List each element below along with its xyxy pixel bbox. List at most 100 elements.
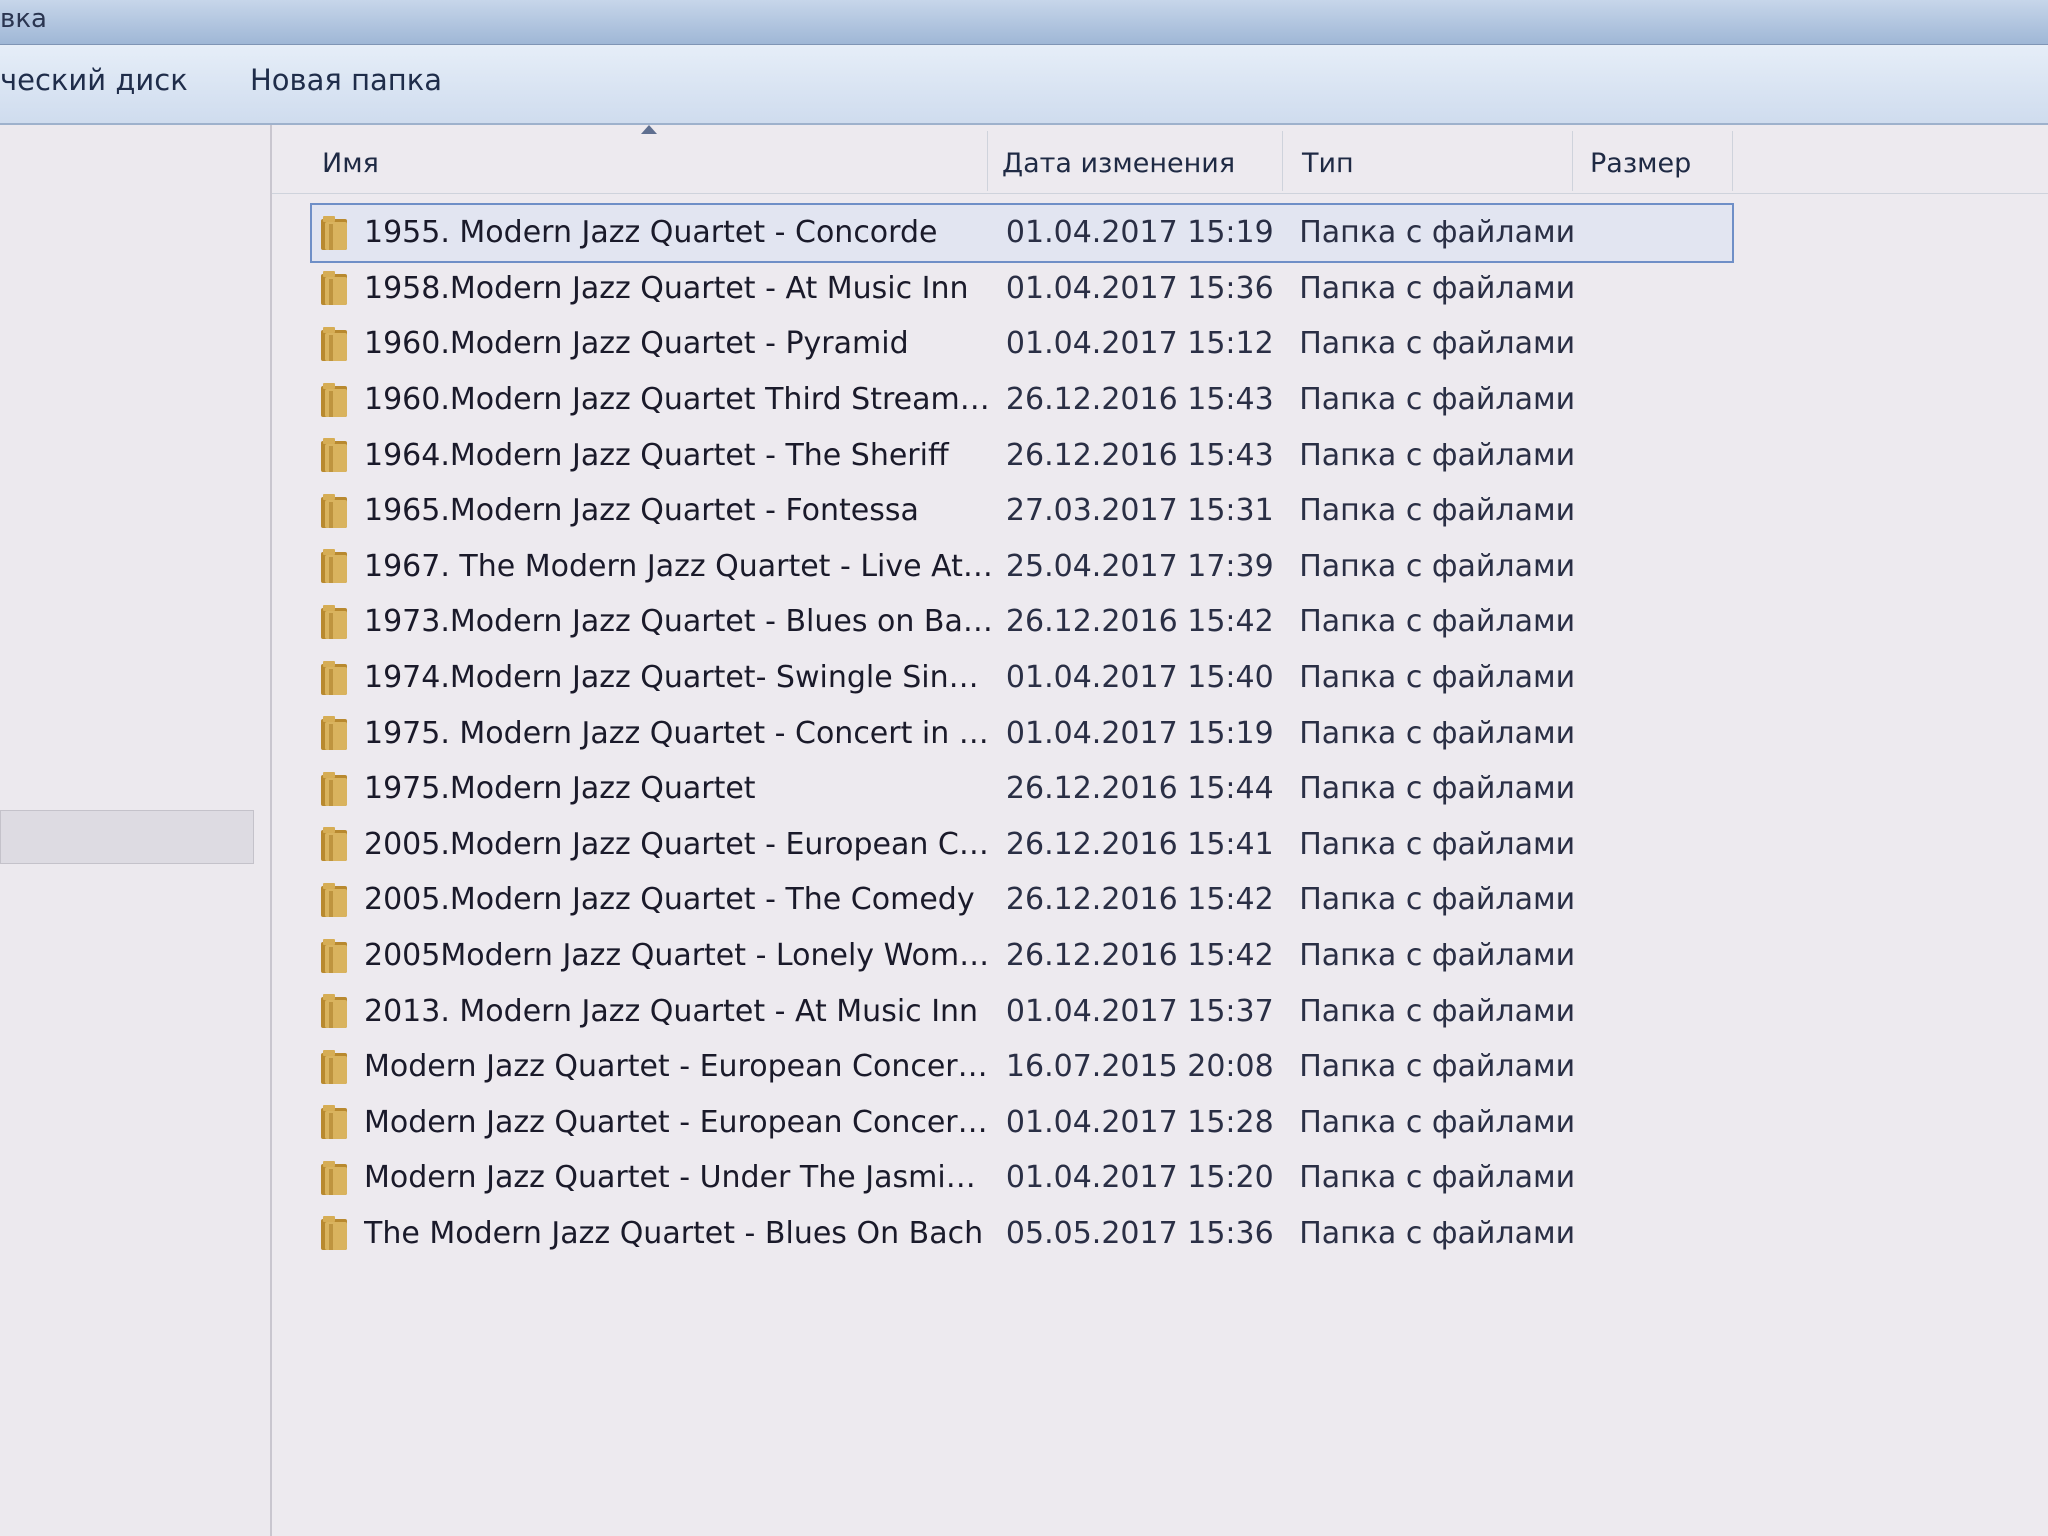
file-name: 1975. Modern Jazz Quartet - Concert in J…	[364, 715, 994, 751]
file-type: Папка с файлами	[1299, 382, 1576, 418]
file-row[interactable]: 1960.Modern Jazz Quartet - Pyramid 01.04.…	[312, 316, 1732, 372]
file-type: Папка с файлами	[1299, 270, 1576, 306]
file-row[interactable]: 1974.Modern Jazz Quartet- Swingle Singer…	[312, 650, 1732, 706]
file-date: 01.04.2017 15:19	[1005, 715, 1274, 751]
file-type: Папка с файлами	[1299, 215, 1576, 251]
window-title: вка	[0, 4, 47, 34]
file-name: 1973.Modern Jazz Quartet - Blues on Bach	[364, 604, 994, 640]
file-type: Папка с файлами	[1299, 1160, 1576, 1196]
file-date: 01.04.2017 15:36	[1005, 270, 1274, 306]
folder-icon	[320, 714, 350, 752]
column-divider[interactable]	[1282, 131, 1283, 191]
file-date: 26.12.2016 15:43	[1005, 437, 1274, 473]
file-name: The Modern Jazz Quartet - Blues On Bach	[364, 1215, 984, 1251]
column-name-header[interactable]: Имя	[322, 139, 379, 189]
file-date: 25.04.2017 17:39	[1005, 548, 1274, 584]
folder-icon	[320, 1048, 350, 1086]
file-name: 1965.Modern Jazz Quartet - Fontessa	[364, 493, 919, 529]
folder-icon	[320, 603, 350, 641]
column-header: Имя Дата изменения Тип Размер	[272, 125, 2048, 194]
file-row[interactable]: 1958.Modern Jazz Quartet - At Music Inn 0…	[312, 261, 1732, 317]
file-type: Папка с файлами	[1299, 771, 1576, 807]
file-name: 1955. Modern Jazz Quartet - Concorde	[364, 215, 938, 251]
file-row[interactable]: 1965.Modern Jazz Quartet - Fontessa 27.03…	[312, 483, 1732, 539]
file-date: 26.12.2016 15:43	[1005, 382, 1274, 418]
new-folder-button[interactable]: Новая папка	[250, 63, 442, 97]
file-type: Папка с файлами	[1299, 493, 1576, 529]
file-date: 27.03.2017 15:31	[1005, 493, 1274, 529]
file-type: Папка с файлами	[1299, 993, 1576, 1029]
column-type-header[interactable]: Тип	[1302, 139, 1354, 189]
file-row[interactable]: 1975.Modern Jazz Quartet 26.12.2016 15:44…	[312, 761, 1732, 817]
file-date: 26.12.2016 15:44	[1005, 771, 1274, 807]
sort-ascending-icon	[641, 125, 657, 134]
file-row[interactable]: 1960.Modern Jazz Quartet Third Stream ..…	[312, 372, 1732, 428]
file-row[interactable]: 1975. Modern Jazz Quartet - Concert in J…	[312, 705, 1732, 761]
file-type: Папка с файлами	[1299, 437, 1576, 473]
file-name: 2005Modern Jazz Quartet - Lonely Woman	[364, 938, 994, 974]
file-row[interactable]: 2005.Modern Jazz Quartet - European Co..…	[312, 817, 1732, 873]
file-name: Modern Jazz Quartet - European Concert,.…	[364, 1049, 994, 1085]
file-type: Папка с файлами	[1299, 1104, 1576, 1140]
file-date: 05.05.2017 15:36	[1005, 1215, 1274, 1251]
file-row[interactable]: 2005.Modern Jazz Quartet - The Comedy 26.…	[312, 872, 1732, 928]
file-row[interactable]: Modern Jazz Quartet - Under The Jasmin .…	[312, 1150, 1732, 1206]
file-row[interactable]: 1964.Modern Jazz Quartet - The Sheriff 26…	[312, 427, 1732, 483]
file-name: 1960.Modern Jazz Quartet Third Stream ..…	[364, 382, 994, 418]
folder-icon	[320, 937, 350, 975]
nav-item-selected[interactable]	[0, 810, 254, 864]
file-date: 01.04.2017 15:28	[1005, 1104, 1274, 1140]
file-row[interactable]: 1973.Modern Jazz Quartet - Blues on Bach…	[312, 594, 1732, 650]
file-row[interactable]: Modern Jazz Quartet - European Concert,.…	[312, 1039, 1732, 1095]
file-name: Modern Jazz Quartet - European Concert..…	[364, 1104, 994, 1140]
file-type: Папка с файлами	[1299, 604, 1576, 640]
command-bar: ческий диск Новая папка	[0, 45, 2048, 125]
folder-icon	[320, 1159, 350, 1197]
file-name: 1964.Modern Jazz Quartet - The Sheriff	[364, 437, 949, 473]
file-date: 01.04.2017 15:12	[1005, 326, 1274, 362]
file-type: Папка с файлами	[1299, 938, 1576, 974]
file-list: Имя Дата изменения Тип Размер 1955. Mode…	[272, 125, 2048, 1536]
file-date: 01.04.2017 15:37	[1005, 993, 1274, 1029]
file-date: 26.12.2016 15:42	[1005, 604, 1274, 640]
file-name: 2005.Modern Jazz Quartet - European Co..…	[364, 826, 994, 862]
file-name: 1958.Modern Jazz Quartet - At Music Inn	[364, 270, 969, 306]
navigation-pane[interactable]	[0, 125, 272, 1536]
folder-icon	[320, 825, 350, 863]
file-name: 1975.Modern Jazz Quartet	[364, 771, 756, 807]
file-date: 26.12.2016 15:41	[1005, 826, 1274, 862]
file-date: 01.04.2017 15:19	[1005, 215, 1274, 251]
drive-button[interactable]: ческий диск	[0, 63, 188, 97]
column-divider[interactable]	[1732, 131, 1733, 191]
file-date: 01.04.2017 15:20	[1005, 1160, 1274, 1196]
folder-icon	[320, 770, 350, 808]
file-name: Modern Jazz Quartet - Under The Jasmin .…	[364, 1160, 994, 1196]
file-name: 1967. The Modern Jazz Quartet - Live At …	[364, 548, 994, 584]
folder-icon	[320, 1103, 350, 1141]
file-name: 2005.Modern Jazz Quartet - The Comedy	[364, 882, 975, 918]
column-date-header[interactable]: Дата изменения	[1002, 139, 1235, 189]
window-titlebar: вка	[0, 0, 2048, 45]
folder-icon	[320, 436, 350, 474]
file-row[interactable]: The Modern Jazz Quartet - Blues On Bach 0…	[312, 1206, 1732, 1262]
file-type: Папка с файлами	[1299, 826, 1576, 862]
file-type: Папка с файлами	[1299, 1215, 1576, 1251]
file-date: 01.04.2017 15:40	[1005, 660, 1274, 696]
file-name: 1974.Modern Jazz Quartet- Swingle Singer…	[364, 660, 994, 696]
file-name: 1960.Modern Jazz Quartet - Pyramid	[364, 326, 909, 362]
file-type: Папка с файлами	[1299, 326, 1576, 362]
file-row[interactable]: 2005Modern Jazz Quartet - Lonely Woman 26…	[312, 928, 1732, 984]
column-divider[interactable]	[987, 131, 988, 191]
file-type: Папка с файлами	[1299, 660, 1576, 696]
file-row[interactable]: 2013. Modern Jazz Quartet - At Music Inn…	[312, 983, 1732, 1039]
file-row[interactable]: Modern Jazz Quartet - European Concert..…	[312, 1095, 1732, 1151]
file-type: Папка с файлами	[1299, 548, 1576, 584]
folder-icon	[320, 1214, 350, 1252]
file-row[interactable]: 1955. Modern Jazz Quartet - Concorde 01.0…	[310, 203, 1734, 263]
column-divider[interactable]	[1572, 131, 1573, 191]
file-row[interactable]: 1967. The Modern Jazz Quartet - Live At …	[312, 539, 1732, 595]
file-type: Папка с файлами	[1299, 882, 1576, 918]
file-rows: 1955. Modern Jazz Quartet - Concorde 01.0…	[310, 203, 1734, 1262]
column-size-header[interactable]: Размер	[1590, 139, 1691, 189]
folder-icon	[320, 547, 350, 585]
